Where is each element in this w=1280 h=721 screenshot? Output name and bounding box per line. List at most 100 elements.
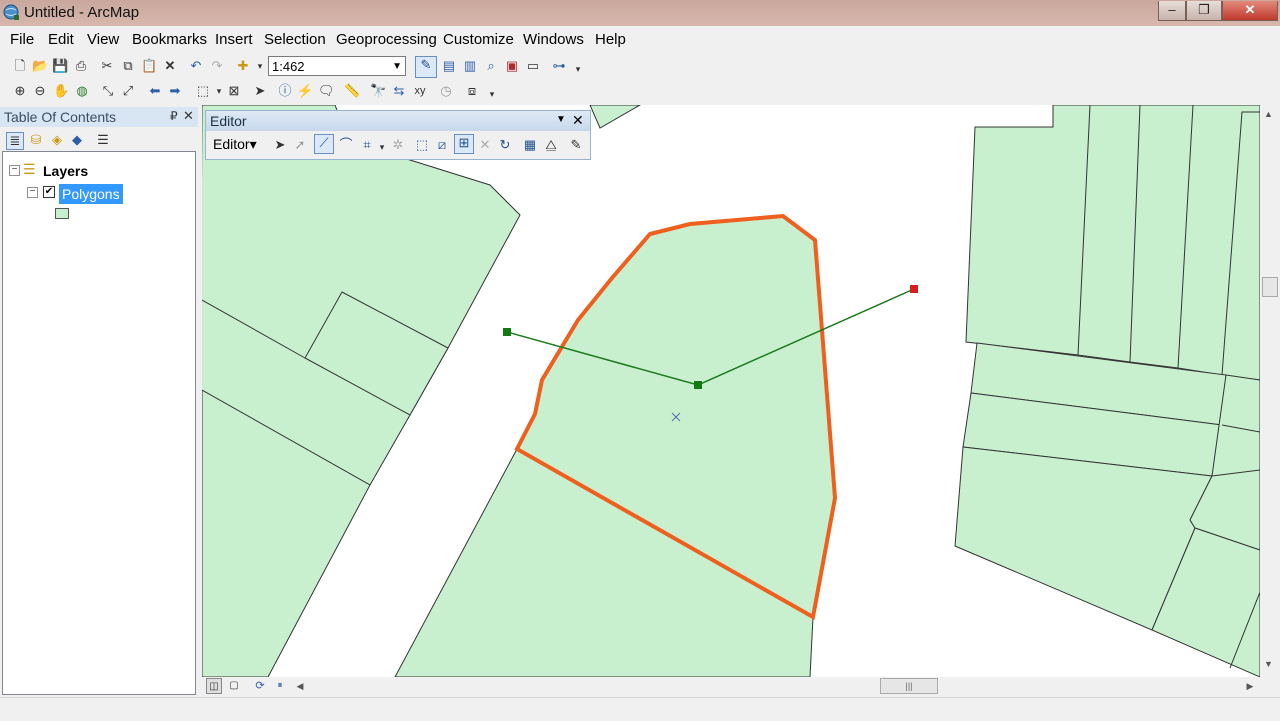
toolbar-options-icon-2[interactable]: ▾: [484, 86, 500, 102]
modelbuilder-icon[interactable]: ⊶: [551, 58, 567, 74]
menu-windows[interactable]: Windows: [523, 31, 584, 48]
parcel-top-sliver[interactable]: [589, 105, 642, 129]
toc-close-icon[interactable]: ✕: [183, 108, 194, 124]
catalog-window-icon[interactable]: ▥: [462, 58, 478, 74]
split-tool-icon[interactable]: ✕: [477, 137, 493, 153]
zoom-in-icon[interactable]: ⊕: [12, 83, 28, 99]
menu-bookmarks[interactable]: Bookmarks: [132, 31, 207, 48]
zoom-out-icon[interactable]: ⊖: [32, 83, 48, 99]
map-canvas[interactable]: [202, 105, 1260, 677]
find-icon[interactable]: 🔭: [370, 83, 386, 99]
menu-selection[interactable]: Selection: [264, 31, 326, 48]
arctoolbox-icon[interactable]: ▣: [504, 58, 520, 74]
select-dropdown-icon[interactable]: ▾: [211, 83, 227, 99]
toolbar-options-icon[interactable]: ▾: [570, 61, 586, 77]
create-viewer-icon[interactable]: ⧈: [464, 83, 480, 99]
pan-icon[interactable]: ✋: [53, 83, 69, 99]
time-slider-icon[interactable]: ◷: [438, 83, 454, 99]
new-document-icon[interactable]: 🗋: [12, 58, 28, 74]
editor-options-chevron-icon[interactable]: ▼: [556, 114, 566, 125]
straight-segment-icon[interactable]: ⟋: [314, 134, 334, 154]
copy-icon[interactable]: ⧉: [120, 58, 136, 74]
editor-menu-button[interactable]: Editor▾: [213, 136, 257, 153]
identify-icon[interactable]: ⓘ: [277, 83, 293, 99]
fixed-zoom-out-icon[interactable]: ⤢: [120, 83, 136, 99]
polygons-visibility-checkbox[interactable]: ✔: [43, 186, 55, 198]
menu-help[interactable]: Help: [595, 31, 626, 48]
scroll-down-icon[interactable]: ▼: [1264, 659, 1273, 669]
print-icon[interactable]: ⎙: [73, 58, 89, 74]
cut-polygons-icon[interactable]: ⊞: [454, 134, 474, 154]
forward-extent-icon[interactable]: ➡: [167, 83, 183, 99]
measure-icon[interactable]: 📏: [344, 83, 360, 99]
end-point-arc-icon[interactable]: ⌒: [338, 137, 354, 153]
rotate-tool-icon[interactable]: ↻: [497, 137, 513, 153]
add-data-icon[interactable]: ✚: [235, 58, 251, 74]
python-window-icon[interactable]: ▭: [525, 58, 541, 74]
data-view-icon[interactable]: ◫: [206, 678, 222, 694]
create-features-icon[interactable]: ✎: [568, 137, 584, 153]
menu-geoprocessing[interactable]: Geoprocessing: [336, 31, 437, 48]
find-route-icon[interactable]: ⇆: [391, 83, 407, 99]
construction-tools-dropdown-icon[interactable]: ▾: [374, 139, 390, 155]
menu-file[interactable]: File: [10, 31, 34, 48]
vertical-scroll-thumb[interactable]: [1262, 277, 1278, 297]
list-by-visibility-icon[interactable]: ◈: [49, 132, 65, 148]
list-by-selection-icon[interactable]: ◆: [69, 132, 85, 148]
back-extent-icon[interactable]: ⬅: [147, 83, 163, 99]
polygons-collapse-toggle[interactable]: −: [27, 187, 38, 198]
open-folder-icon[interactable]: 📂: [32, 58, 48, 74]
edit-tool-icon[interactable]: ➤: [272, 137, 288, 153]
menu-customize[interactable]: Customize: [443, 31, 514, 48]
toc-options-icon[interactable]: ☰: [95, 132, 111, 148]
map-vertical-scrollbar[interactable]: ▲ ▼: [1260, 105, 1278, 677]
search-window-icon[interactable]: ⌕: [483, 58, 499, 74]
chevron-down-icon[interactable]: ▼: [392, 57, 402, 77]
pause-drawing-icon[interactable]: ⏸: [272, 678, 288, 694]
go-to-xy-icon[interactable]: xy: [412, 83, 428, 99]
attributes-icon[interactable]: ▦: [522, 137, 538, 153]
list-by-source-icon[interactable]: ⛁: [28, 132, 44, 148]
parcel-right-strips[interactable]: [965, 105, 1260, 381]
close-button[interactable]: ✕: [1222, 1, 1278, 21]
map-view[interactable]: [202, 105, 1260, 677]
scroll-left-icon[interactable]: ◀: [292, 678, 308, 694]
delete-icon[interactable]: ✕: [162, 58, 178, 74]
maximize-button[interactable]: ❐: [1186, 1, 1222, 21]
sketch-last-vertex[interactable]: [910, 285, 918, 293]
menu-insert[interactable]: Insert: [215, 31, 253, 48]
save-icon[interactable]: 💾: [52, 58, 68, 74]
layout-view-icon[interactable]: ▢: [226, 678, 242, 694]
paste-icon[interactable]: 📋: [141, 58, 157, 74]
polygons-layer-label[interactable]: Polygons: [59, 184, 123, 204]
toc-window-icon[interactable]: ▤: [441, 58, 457, 74]
clear-selection-icon[interactable]: ⊠: [226, 83, 242, 99]
edit-vertices-icon[interactable]: ⬚: [414, 137, 430, 153]
select-features-icon[interactable]: ⬚: [195, 83, 211, 99]
trace-icon[interactable]: ⌗: [359, 137, 375, 153]
redo-icon[interactable]: ↷: [209, 58, 225, 74]
editor-toolbar-header[interactable]: Editor ▼ ✕: [206, 111, 590, 131]
hyperlink-icon[interactable]: ⚡: [297, 83, 313, 99]
sketch-vertex[interactable]: [503, 328, 511, 336]
layers-group-label[interactable]: Layers: [43, 163, 88, 179]
edit-annotation-icon[interactable]: ➚: [292, 137, 308, 153]
undo-icon[interactable]: ↶: [188, 58, 204, 74]
reshape-feature-icon[interactable]: ⧄: [434, 137, 450, 153]
list-by-drawing-order-icon[interactable]: ≣: [6, 132, 24, 150]
editor-toolbar-icon[interactable]: ✎: [415, 56, 437, 78]
scroll-right-icon[interactable]: ▶: [1242, 678, 1258, 694]
menu-edit[interactable]: Edit: [48, 31, 74, 48]
polygon-symbol-swatch[interactable]: [55, 208, 69, 219]
horizontal-scroll-thumb[interactable]: |||: [880, 678, 938, 694]
full-extent-icon[interactable]: ◍: [74, 83, 90, 99]
cut-icon[interactable]: ✂: [99, 58, 115, 74]
html-popup-icon[interactable]: 🗨: [318, 83, 335, 99]
pin-icon[interactable]: ₽: [170, 109, 178, 123]
fixed-zoom-in-icon[interactable]: ⤡: [100, 83, 116, 99]
sketch-vertex[interactable]: [694, 381, 702, 389]
add-data-dropdown-icon[interactable]: ▾: [252, 58, 268, 74]
map-scale-combo[interactable]: 1:462 ▼: [268, 56, 406, 76]
scroll-up-icon[interactable]: ▲: [1264, 109, 1273, 119]
editor-close-icon[interactable]: ✕: [572, 112, 584, 129]
